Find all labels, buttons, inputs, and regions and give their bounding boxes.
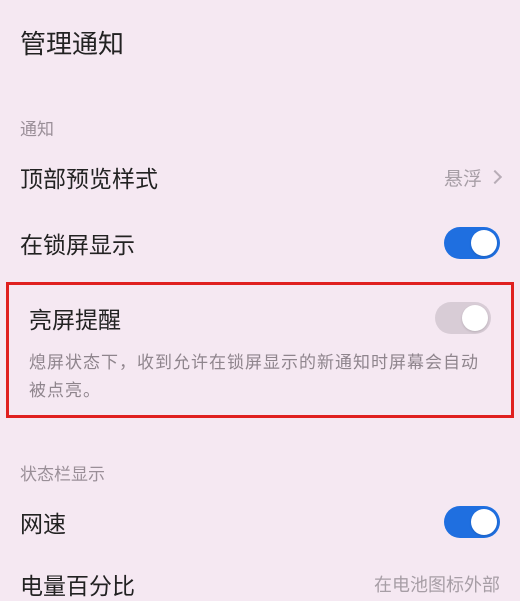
toggle-wake-reminder[interactable] [435, 302, 491, 334]
toggle-knob [462, 305, 488, 331]
row-wake-reminder[interactable]: 亮屏提醒 [9, 291, 511, 345]
chevron-right-icon [488, 170, 502, 184]
row-title-netspeed: 网速 [20, 505, 66, 539]
toggle-net-speed[interactable] [444, 506, 500, 538]
wake-reminder-desc: 熄屏状态下，收到允许在锁屏显示的新通知时屏幕会自动被点亮。 [9, 345, 511, 405]
row-battery-pct[interactable]: 电量百分比 在电池图标外部 [0, 555, 520, 601]
battery-hint: 在电池图标外部 [374, 571, 500, 597]
page-title: 管理通知 [20, 24, 500, 61]
row-net-speed[interactable]: 网速 [0, 489, 520, 555]
section-label-notify: 通知 [0, 79, 520, 144]
row-title-battery: 电量百分比 [20, 567, 135, 601]
row-title-wake: 亮屏提醒 [29, 301, 121, 335]
row-title-lockscreen: 在锁屏显示 [20, 226, 135, 260]
row-value-preview: 悬浮 [444, 164, 500, 191]
header: 管理通知 [0, 0, 520, 79]
toggle-knob [471, 509, 497, 535]
preview-value-text: 悬浮 [444, 164, 482, 191]
row-preview-style[interactable]: 顶部预览样式 悬浮 [0, 144, 520, 210]
toggle-knob [471, 230, 497, 256]
row-title-preview: 顶部预览样式 [20, 160, 158, 194]
highlight-box: 亮屏提醒 熄屏状态下，收到允许在锁屏显示的新通知时屏幕会自动被点亮。 [6, 282, 514, 418]
row-lock-screen[interactable]: 在锁屏显示 [0, 210, 520, 276]
settings-screen: 管理通知 通知 顶部预览样式 悬浮 在锁屏显示 亮屏提醒 熄屏状态下，收到允许在… [0, 0, 520, 599]
toggle-lock-screen[interactable] [444, 227, 500, 259]
section-label-status: 状态栏显示 [0, 424, 520, 489]
